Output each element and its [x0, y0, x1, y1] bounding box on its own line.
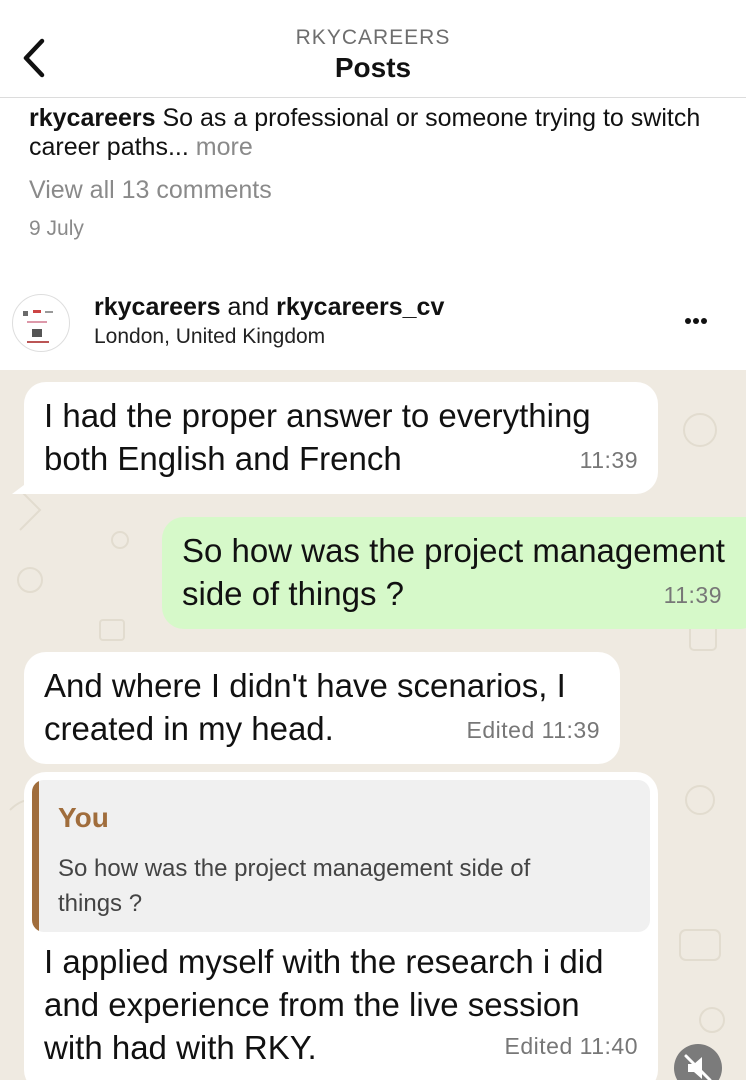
message-reply: You So how was the project management si…	[24, 772, 658, 1080]
quote-text: So how was the project management side o…	[58, 855, 531, 917]
quoted-message[interactable]: You So how was the project management si…	[32, 780, 650, 932]
post-caption: rkycareers So as a professional or someo…	[29, 104, 719, 162]
message-time: 11:39	[663, 582, 722, 608]
caption-more-link[interactable]: more	[196, 133, 253, 161]
post-options-button[interactable]	[684, 306, 724, 336]
author-joiner: and	[220, 293, 277, 321]
avatar[interactable]	[12, 294, 70, 352]
message-incoming: I had the proper answer to everything bo…	[24, 382, 658, 494]
more-horizontal-icon	[685, 318, 691, 324]
message-text: So how was the project management side o…	[182, 532, 725, 612]
chat-screenshot: I had the proper answer to everything bo…	[0, 370, 746, 1080]
view-comments-link[interactable]: View all 13 comments	[29, 176, 272, 205]
mute-button[interactable]	[674, 1044, 722, 1080]
message-time: 11:39	[579, 447, 638, 473]
post-date: 9 July	[29, 217, 84, 240]
message-incoming: And where I didn't have scenarios, I cre…	[24, 652, 620, 764]
caption-username[interactable]: rkycareers	[29, 104, 156, 132]
message-outgoing: So how was the project management side o…	[162, 517, 746, 629]
account-name: RKYCAREERS	[295, 26, 451, 49]
author-1[interactable]: rkycareers	[94, 293, 221, 321]
message-time: Edited 11:40	[504, 1033, 638, 1059]
more-dot	[701, 318, 707, 324]
message-text: I had the proper answer to everything bo…	[44, 397, 591, 477]
author-2[interactable]: rkycareers_cv	[276, 293, 444, 321]
post-authors: rkycareers and rkycareers_cv	[94, 293, 444, 322]
quote-accent-bar	[32, 780, 39, 932]
quote-author: You	[58, 802, 109, 833]
message-time: Edited 11:39	[466, 717, 600, 743]
post-header: rkycareers and rkycareers_cv London, Uni…	[0, 284, 746, 370]
post-location[interactable]: London, United Kingdom	[94, 325, 325, 349]
more-dot	[693, 318, 699, 324]
app-header: RKYCAREERS Posts	[0, 0, 746, 98]
speaker-muted-icon	[684, 1054, 712, 1080]
page-title: Posts	[334, 52, 412, 83]
